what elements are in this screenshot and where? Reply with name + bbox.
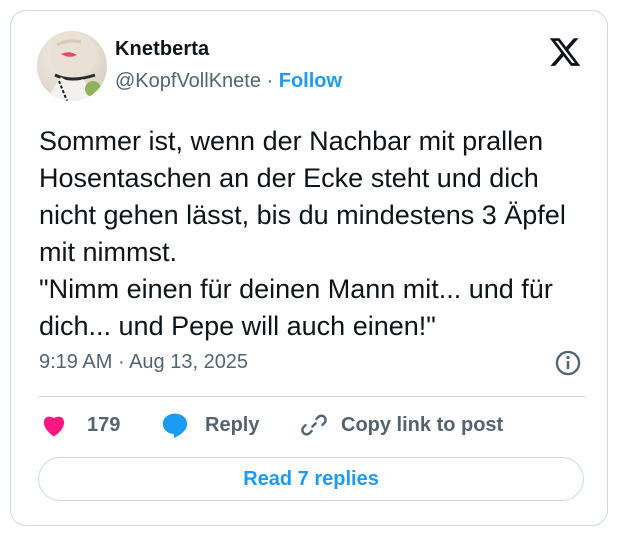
author-name[interactable]: Knetberta — [115, 38, 209, 61]
like-count: 179 — [87, 413, 121, 436]
post-date: Aug 13, 2025 — [129, 351, 249, 373]
x-logo-icon[interactable] — [547, 35, 583, 69]
reply-button[interactable]: Reply — [161, 409, 259, 441]
heart-icon — [43, 416, 65, 437]
avatar-image — [45, 33, 101, 101]
like-button[interactable]: 179 — [41, 409, 120, 441]
copy-link-label: Copy link to post — [341, 413, 504, 436]
embedded-post-card[interactable]: Knetberta @KopfVollKnete · Follow Sommer… — [10, 10, 608, 526]
post-timestamp[interactable]: 9:19 AM · Aug 13, 2025 — [39, 351, 248, 374]
reply-label: Reply — [205, 413, 260, 436]
handle-separator: · — [260, 70, 279, 92]
timestamp-separator: · — [112, 351, 130, 373]
speech-bubble-icon — [162, 413, 188, 439]
avatar[interactable] — [37, 31, 107, 101]
follow-button[interactable]: Follow — [279, 70, 342, 92]
post-time: 9:19 AM — [39, 351, 113, 373]
author-handle[interactable]: @KopfVollKnete — [115, 70, 261, 92]
info-icon[interactable] — [554, 349, 582, 377]
divider — [39, 396, 585, 397]
link-icon — [301, 414, 327, 436]
read-replies-button[interactable]: Read 7 replies — [38, 457, 584, 501]
author-handle-line: @KopfVollKnete · Follow — [115, 70, 342, 93]
post-text: Sommer ist, wenn der Nachbar mit prallen… — [39, 126, 566, 341]
copy-link-button[interactable]: Copy link to post — [301, 409, 503, 441]
read-replies-label: Read 7 replies — [243, 467, 379, 490]
